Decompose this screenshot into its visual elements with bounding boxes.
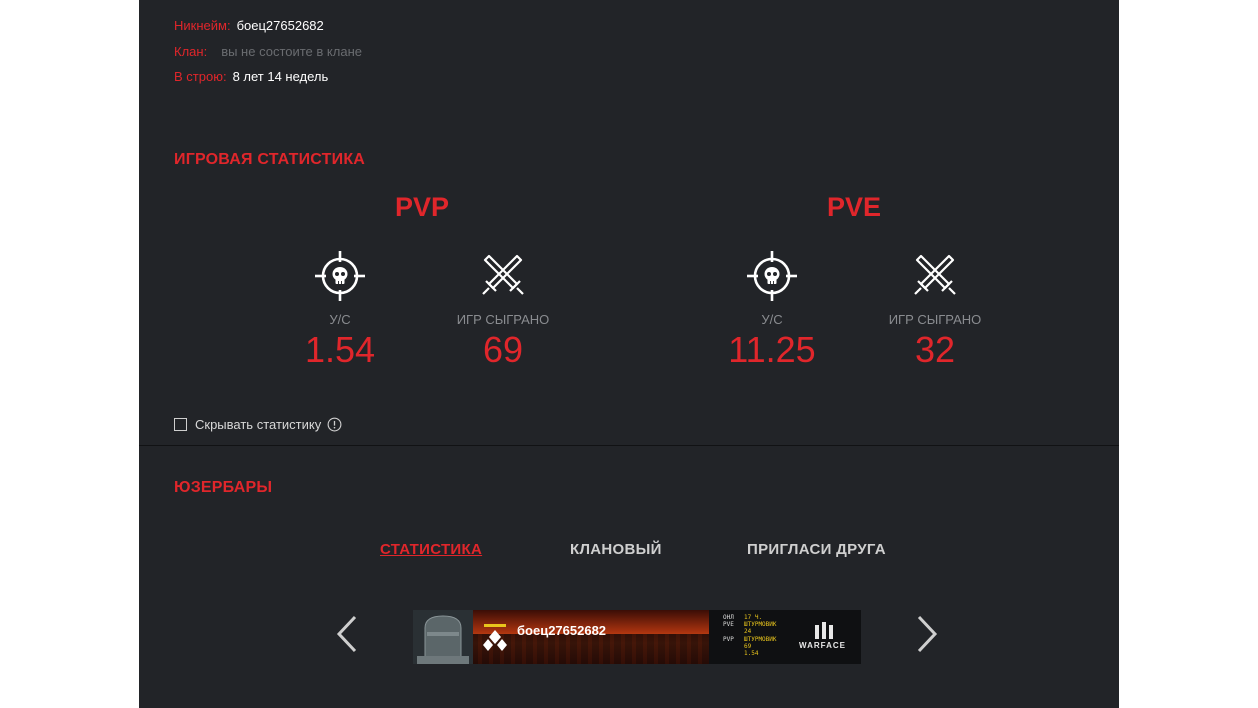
userbar-banner[interactable]: боец27652682 ОНЛ 17 Ч. PVE ШТУРМОВИК 24 … <box>413 610 861 664</box>
warface-brand-text: WARFACE <box>799 641 846 650</box>
pvp-games-label: ИГР СЫГРАНО <box>456 312 550 327</box>
pvp-title: PVP <box>394 192 450 222</box>
crosshair-skull-icon <box>315 251 365 301</box>
pve-games-stat: ИГР СЫГРАНО 32 <box>855 250 1015 370</box>
pve-kd-value: 11.25 <box>728 329 816 370</box>
chevron-left-icon[interactable] <box>335 614 359 654</box>
pvp-games-stat: ИГР СЫГРАНО 69 <box>423 250 583 370</box>
warface-logo-icon <box>815 622 833 639</box>
tab-statistics[interactable]: СТАТИСТИКА <box>380 541 482 559</box>
game-stats-title: ИГРОВАЯ СТАТИСТИКА <box>174 151 366 168</box>
pvp-games-value: 69 <box>482 329 524 370</box>
banner-pvp-key: PVP <box>723 636 734 643</box>
pve-title: PVE <box>826 192 882 222</box>
hide-stats-checkbox[interactable] <box>174 418 187 431</box>
clan-row: Клан: вы не состоите в клане <box>174 44 362 60</box>
banner-pvp-kd: 1.54 <box>744 650 759 657</box>
crossed-swords-icon <box>914 254 956 295</box>
pve-games-value: 32 <box>914 329 956 370</box>
service-row: В строю: 8 лет 14 недель <box>174 69 328 85</box>
pve-kd-stat: У/С 11.25 <box>692 250 852 370</box>
crosshair-skull-icon <box>747 251 797 301</box>
nickname-row: Никнейм: боец27652682 <box>174 18 324 34</box>
rank-badge-icon <box>483 624 507 651</box>
nickname-value: боец27652682 <box>236 18 324 33</box>
tombstone-icon <box>413 610 473 664</box>
userbars-title: ЮЗЕРБАРЫ <box>174 479 273 496</box>
pve-games-label: ИГР СЫГРАНО <box>888 312 982 327</box>
pvp-kd-value: 1.54 <box>304 329 376 370</box>
service-value: 8 лет 14 недель <box>232 69 329 84</box>
banner-pve-key: PVE <box>723 621 734 628</box>
crossed-swords-icon <box>482 254 524 295</box>
banner-nickname: боец27652682 <box>517 623 607 638</box>
nickname-label: Никнейм: <box>174 18 231 33</box>
tab-invite-friend[interactable]: ПРИГЛАСИ ДРУГА <box>747 541 886 559</box>
section-divider <box>139 445 1119 446</box>
clan-value: вы не состоите в клане <box>221 44 362 59</box>
service-label: В строю: <box>174 69 227 84</box>
chevron-right-icon[interactable] <box>915 614 939 654</box>
info-icon[interactable] <box>327 417 342 432</box>
clan-label: Клан: <box>174 44 208 59</box>
hide-stats-label[interactable]: Скрывать статистику <box>195 417 321 432</box>
banner-pve-games: 24 <box>744 628 752 635</box>
hide-stats-row: Скрывать статистику <box>174 417 342 432</box>
profile-panel: Никнейм: боец27652682 Клан: вы не состоите… <box>139 0 1119 708</box>
tab-clan[interactable]: КЛАНОВЫЙ <box>570 541 662 559</box>
pve-kd-label: У/С <box>761 312 783 327</box>
pvp-kd-label: У/С <box>329 312 351 327</box>
pvp-kd-stat: У/С 1.54 <box>260 250 420 370</box>
